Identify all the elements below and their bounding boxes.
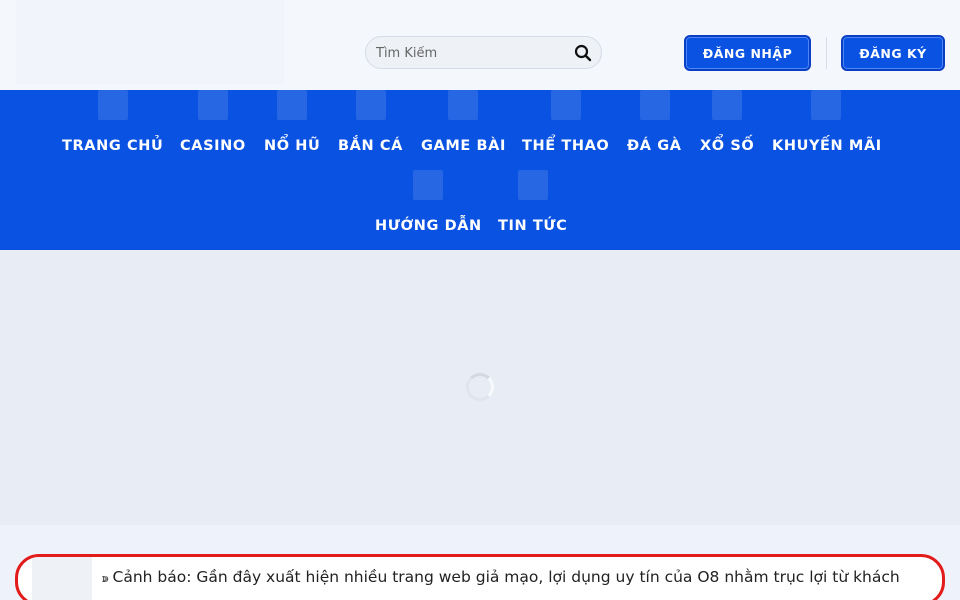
nav-item-lottery[interactable]: XỔ SỐ [700, 90, 755, 154]
cards-icon [448, 90, 478, 120]
sports-icon [551, 90, 581, 120]
casino-icon [198, 90, 228, 120]
nav-item-sports[interactable]: THỂ THAO [522, 90, 610, 154]
nav-item-label: GAME BÀI [421, 138, 506, 154]
nav-item-label: HƯỚNG DẪN [375, 218, 482, 234]
guide-icon [413, 170, 443, 200]
nav-item-news[interactable]: TIN TỨC [498, 170, 568, 234]
promo-icon [811, 90, 841, 120]
nav-item-label: TRANG CHỦ [62, 138, 164, 154]
ticker-prefix-glyph: ↇ [102, 575, 109, 585]
search-box [365, 36, 602, 69]
main-content [0, 250, 960, 525]
nav-item-label: TIN TỨC [498, 218, 568, 234]
main-nav: TRANG CHỦ CASINO NỔ HŨ BẮN CÁ GAME BÀI T… [0, 90, 960, 250]
nav-item-cockfight[interactable]: ĐÁ GÀ [627, 90, 682, 154]
nav-item-label: XỔ SỐ [700, 138, 755, 154]
warning-ticker: ↇ Cảnh báo: Gần đây xuất hiện nhiều trang… [15, 554, 945, 600]
site-header: ĐĂNG NHẬP ĐĂNG KÝ [0, 0, 960, 90]
ticker-text: Cảnh báo: Gần đây xuất hiện nhiều trang … [112, 568, 900, 586]
register-button[interactable]: ĐĂNG KÝ [841, 35, 945, 71]
nav-item-home[interactable]: TRANG CHỦ [62, 90, 164, 154]
nav-item-fishing[interactable]: BẮN CÁ [338, 90, 403, 154]
nav-item-label: BẮN CÁ [338, 138, 403, 154]
button-divider [826, 37, 827, 69]
announcement-icon [32, 557, 92, 600]
search-input[interactable] [376, 43, 566, 63]
lottery-icon [712, 90, 742, 120]
nav-item-label: THỂ THAO [522, 138, 610, 154]
nav-item-label: KHUYẾN MÃI [772, 138, 882, 154]
nav-item-guide[interactable]: HƯỚNG DẪN [375, 170, 482, 234]
search-icon[interactable] [574, 44, 592, 62]
login-button[interactable]: ĐĂNG NHẬP [684, 35, 811, 71]
slot-icon [277, 90, 307, 120]
nav-item-casino[interactable]: CASINO [180, 90, 246, 154]
nav-item-card-games[interactable]: GAME BÀI [421, 90, 506, 154]
nav-item-promotions[interactable]: KHUYẾN MÃI [772, 90, 882, 154]
rooster-icon [640, 90, 670, 120]
site-logo[interactable] [16, 0, 284, 84]
nav-item-label: ĐÁ GÀ [627, 138, 682, 154]
nav-item-label: CASINO [180, 138, 246, 154]
home-icon [98, 90, 128, 120]
fish-icon [356, 90, 386, 120]
loading-spinner-icon [466, 373, 494, 401]
ticker-message: ↇ Cảnh báo: Gần đây xuất hiện nhiều trang… [102, 568, 900, 586]
nav-item-slots[interactable]: NỔ HŨ [264, 90, 321, 154]
news-icon [518, 170, 548, 200]
nav-item-label: NỔ HŨ [264, 138, 321, 154]
